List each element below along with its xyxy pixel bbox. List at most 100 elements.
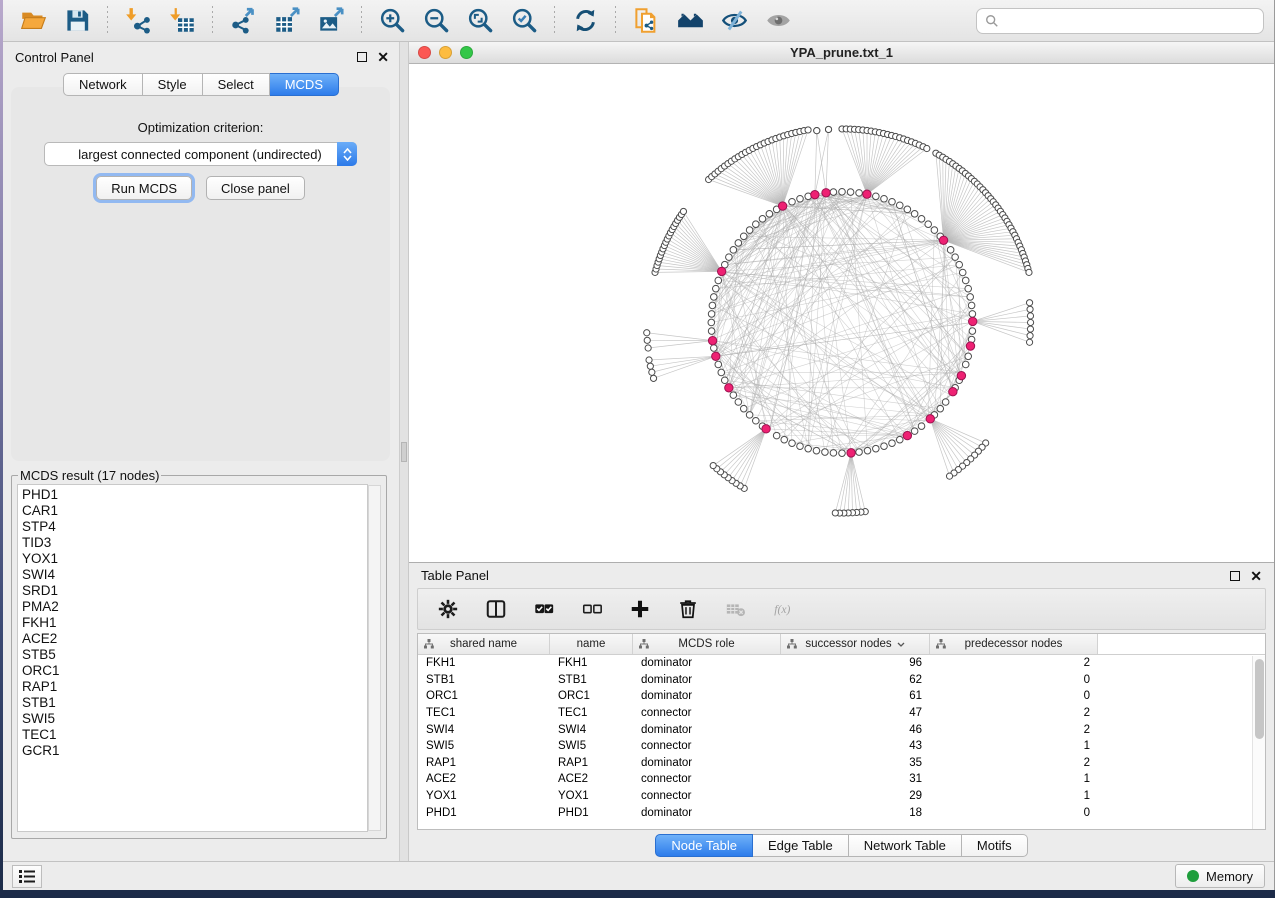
zoom-fit-button[interactable] <box>460 4 500 38</box>
table-cell[interactable]: TEC1 <box>418 707 550 719</box>
select-all-button[interactable] <box>530 595 558 623</box>
table-cell[interactable]: 2 <box>930 657 1098 669</box>
table-scrollbar[interactable] <box>1252 656 1265 829</box>
table-cell[interactable]: PHD1 <box>550 807 633 819</box>
table-cell[interactable]: connector <box>633 740 781 752</box>
mcds-result-item[interactable]: STP4 <box>22 519 367 535</box>
delete-column-button[interactable] <box>674 595 702 623</box>
column-header-successor-nodes[interactable]: successor nodes <box>781 634 930 654</box>
mcds-result-item[interactable]: GCR1 <box>22 743 367 759</box>
import-table-button[interactable] <box>162 4 202 38</box>
close-panel-button[interactable]: Close panel <box>206 176 305 200</box>
column-header-name[interactable]: name <box>550 634 633 654</box>
table-cell[interactable]: FKH1 <box>418 657 550 669</box>
table-row[interactable]: SWI5SWI5connector431 <box>418 738 1265 755</box>
mcds-result-item[interactable]: YOX1 <box>22 551 367 567</box>
table-cell[interactable]: 1 <box>930 790 1098 802</box>
mcds-result-item[interactable]: FKH1 <box>22 615 367 631</box>
column-header-shared-name[interactable]: shared name <box>418 634 550 654</box>
mcds-result-item[interactable]: SWI5 <box>22 711 367 727</box>
table-cell[interactable]: dominator <box>633 757 781 769</box>
mcds-result-item[interactable]: STB5 <box>22 647 367 663</box>
mcds-result-item[interactable]: PMA2 <box>22 599 367 615</box>
table-row[interactable]: ACE2ACE2connector311 <box>418 771 1265 788</box>
network-graph[interactable] <box>409 64 1274 562</box>
table-row[interactable]: YOX1YOX1connector291 <box>418 788 1265 805</box>
tab-select[interactable]: Select <box>203 73 270 96</box>
table-cell[interactable]: 35 <box>781 757 930 769</box>
task-history-button[interactable] <box>12 865 42 888</box>
table-row[interactable]: FKH1FKH1dominator962 <box>418 655 1265 672</box>
table-cell[interactable]: 18 <box>781 807 930 819</box>
table-cell[interactable]: PHD1 <box>418 807 550 819</box>
import-network-button[interactable] <box>118 4 158 38</box>
export-table-button[interactable] <box>267 4 307 38</box>
table-cell[interactable]: 2 <box>930 724 1098 736</box>
tab-network[interactable]: Network <box>63 73 143 96</box>
table-cell[interactable]: 96 <box>781 657 930 669</box>
open-session-button[interactable] <box>13 4 53 38</box>
new-network-from-selection-button[interactable] <box>626 4 666 38</box>
table-cell[interactable]: 47 <box>781 707 930 719</box>
tab-edge-table[interactable]: Edge Table <box>753 834 849 857</box>
mcds-result-item[interactable]: STB1 <box>22 695 367 711</box>
splitter-grip-icon[interactable] <box>401 442 407 462</box>
tab-node-table[interactable]: Node Table <box>655 834 753 857</box>
tab-network-table[interactable]: Network Table <box>849 834 962 857</box>
run-mcds-button[interactable]: Run MCDS <box>96 176 192 200</box>
mcds-result-item[interactable]: CAR1 <box>22 503 367 519</box>
table-cell[interactable]: dominator <box>633 690 781 702</box>
table-cell[interactable]: 43 <box>781 740 930 752</box>
mcds-result-item[interactable]: ORC1 <box>22 663 367 679</box>
save-session-button[interactable] <box>57 4 97 38</box>
network-canvas[interactable] <box>409 64 1274 562</box>
table-cell[interactable]: TEC1 <box>550 707 633 719</box>
tab-mcds[interactable]: MCDS <box>270 73 339 96</box>
tab-motifs[interactable]: Motifs <box>962 834 1028 857</box>
table-cell[interactable]: STB1 <box>550 674 633 686</box>
mcds-result-item[interactable]: ACE2 <box>22 631 367 647</box>
mcds-result-item[interactable]: SWI4 <box>22 567 367 583</box>
mcds-result-item[interactable]: TID3 <box>22 535 367 551</box>
zoom-out-button[interactable] <box>416 4 456 38</box>
table-row[interactable]: PHD1PHD1dominator180 <box>418 804 1265 821</box>
show-all-button[interactable] <box>758 4 798 38</box>
apply-layout-button[interactable] <box>565 4 605 38</box>
table-cell[interactable]: 61 <box>781 690 930 702</box>
table-cell[interactable]: RAP1 <box>418 757 550 769</box>
table-cell[interactable]: 1 <box>930 773 1098 785</box>
table-cell[interactable]: dominator <box>633 674 781 686</box>
window-minimize-icon[interactable] <box>439 46 452 59</box>
table-cell[interactable]: ACE2 <box>550 773 633 785</box>
mcds-result-item[interactable]: SRD1 <box>22 583 367 599</box>
table-cell[interactable]: SWI5 <box>418 740 550 752</box>
column-header-predecessor-nodes[interactable]: predecessor nodes <box>930 634 1098 654</box>
table-cell[interactable]: connector <box>633 790 781 802</box>
table-row[interactable]: RAP1RAP1dominator352 <box>418 755 1265 772</box>
table-cell[interactable]: 46 <box>781 724 930 736</box>
table-cell[interactable]: 62 <box>781 674 930 686</box>
table-cell[interactable]: 0 <box>930 690 1098 702</box>
table-cell[interactable]: connector <box>633 707 781 719</box>
close-panel-icon[interactable]: ✕ <box>1250 571 1262 581</box>
table-cell[interactable]: 31 <box>781 773 930 785</box>
table-cell[interactable]: connector <box>633 773 781 785</box>
table-cell[interactable]: SWI4 <box>418 724 550 736</box>
hide-selected-button[interactable] <box>714 4 754 38</box>
zoom-selected-button[interactable] <box>504 4 544 38</box>
first-neighbors-button[interactable] <box>670 4 710 38</box>
mcds-result-item[interactable]: TEC1 <box>22 727 367 743</box>
table-cell[interactable]: 0 <box>930 674 1098 686</box>
table-cell[interactable]: RAP1 <box>550 757 633 769</box>
float-panel-icon[interactable] <box>357 52 367 62</box>
table-cell[interactable]: dominator <box>633 807 781 819</box>
table-cell[interactable]: SWI5 <box>550 740 633 752</box>
table-cell[interactable]: YOX1 <box>418 790 550 802</box>
memory-button[interactable]: Memory <box>1175 864 1265 888</box>
table-row[interactable]: ORC1ORC1dominator610 <box>418 688 1265 705</box>
table-cell[interactable]: SWI4 <box>550 724 633 736</box>
zoom-in-button[interactable] <box>372 4 412 38</box>
mcds-result-item[interactable]: RAP1 <box>22 679 367 695</box>
window-close-icon[interactable] <box>418 46 431 59</box>
column-header-MCDS-role[interactable]: MCDS role <box>633 634 781 654</box>
